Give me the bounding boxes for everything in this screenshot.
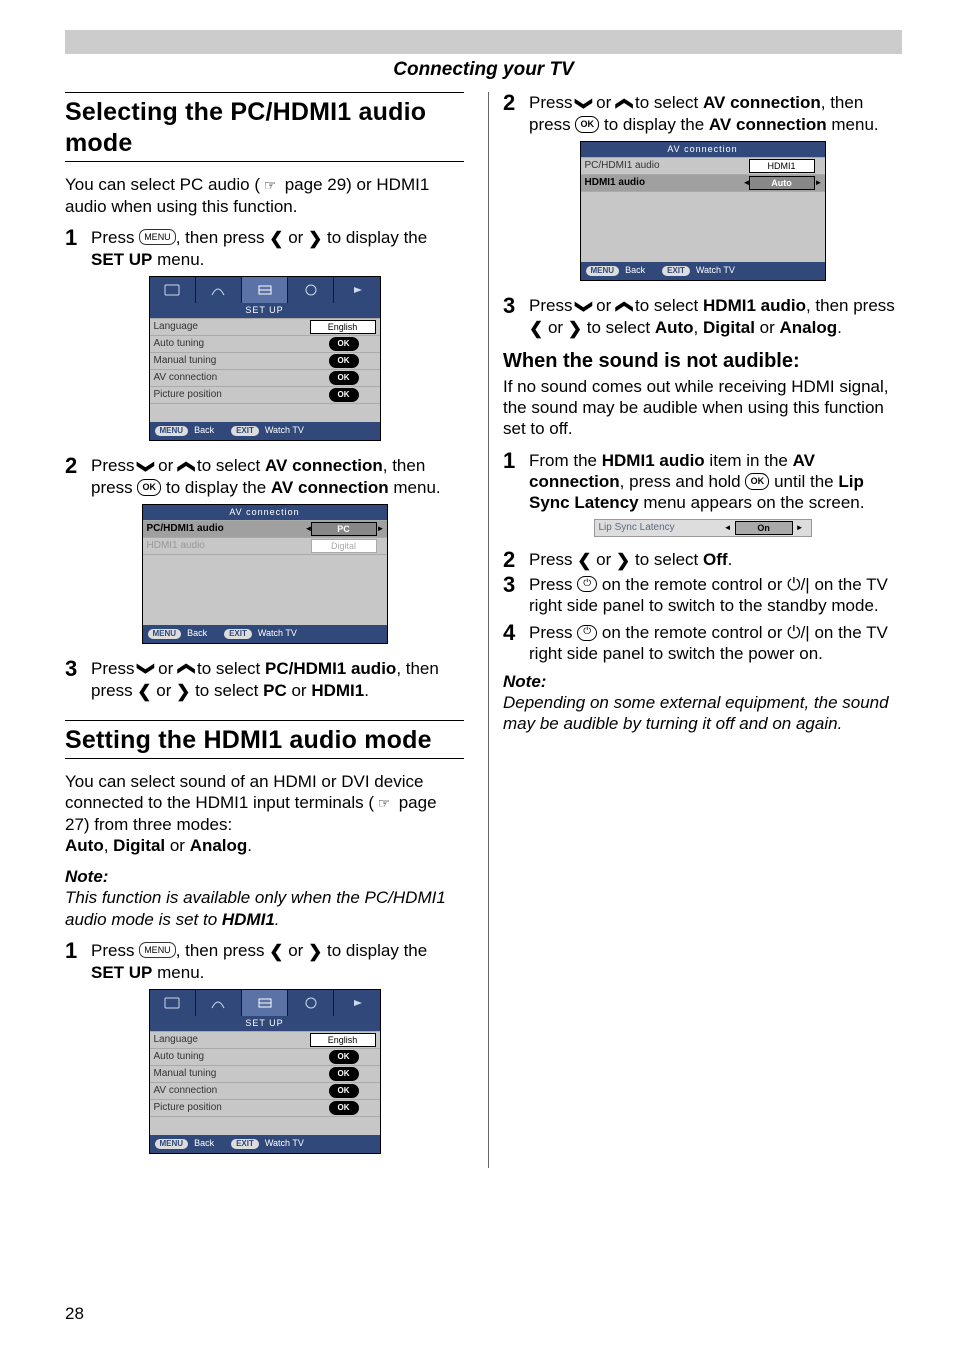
sec1-step1: Press MENU, then press ❮ or ❯ to display… (91, 227, 464, 270)
power-icon: ⏻ (577, 625, 597, 641)
down-arrow-icon: ❯ (574, 96, 595, 110)
sec1-step2: Press ❯ or ❯ to select AV connection, th… (91, 455, 464, 498)
up-arrow-icon: ❯ (613, 299, 634, 313)
down-arrow-icon: ❯ (136, 662, 157, 676)
right-arrow-icon: ❯ (308, 941, 322, 962)
sec2-note: Note: This function is available only wh… (65, 866, 464, 930)
menu-button-icon: MENU (139, 229, 176, 245)
av-connection-menu-figure: AV connection PC/HDMI1 audio◄PC► HDMI1 a… (142, 504, 388, 644)
page-header-bar (65, 30, 902, 54)
right-sub-step1: From the HDMI1 audio item in the AV conn… (529, 450, 902, 514)
ok-button-icon: OK (137, 479, 161, 496)
left-arrow-icon: ❮ (577, 550, 591, 571)
step-number: 2 (65, 455, 81, 498)
left-arrow-icon: ❮ (137, 681, 151, 702)
up-arrow-icon: ❯ (175, 459, 196, 473)
pointer-icon: ☞ (374, 795, 394, 813)
right-arrow-icon: ❯ (176, 681, 190, 702)
sec2-step1: Press MENU, then press ❮ or ❯ to display… (91, 940, 464, 983)
right-sub-step4: Press ⏻ on the remote control or ⏻/| on … (529, 622, 902, 665)
subsection-body: If no sound comes out while receiving HD… (503, 376, 902, 440)
step-number: 2 (503, 92, 519, 135)
up-arrow-icon: ❯ (175, 662, 196, 676)
step-number: 1 (65, 940, 81, 983)
menu-button-icon: MENU (139, 942, 176, 958)
lip-sync-field: Lip Sync Latency ◄ On ► (594, 519, 812, 537)
down-arrow-icon: ❯ (136, 459, 157, 473)
sec1-step3: Press ❯ or ❯ to select PC/HDMI1 audio, t… (91, 658, 464, 702)
page-number: 28 (65, 1303, 84, 1324)
down-arrow-icon: ❯ (574, 299, 595, 313)
page-header-title: Connecting your TV (65, 58, 902, 82)
step-number: 3 (65, 658, 81, 702)
ok-button-icon: OK (745, 473, 769, 490)
step-number: 3 (503, 295, 519, 339)
step-number: 1 (65, 227, 81, 270)
section-title-hdmi1-audio: Setting the HDMI1 audio mode (65, 725, 464, 756)
right-sub-step2: Press ❮ or ❯ to select Off. (529, 549, 902, 571)
right-sub-step3: Press ⏻ on the remote control or ⏻/| on … (529, 574, 902, 617)
pointer-icon: ☞ (260, 177, 280, 195)
right-step2: Press ❯ or ❯ to select AV connection, th… (529, 92, 902, 135)
sec1-intro: You can select PC audio (☞ page 29) or H… (65, 174, 464, 217)
right-arrow-icon: ❯ (308, 228, 322, 249)
up-arrow-icon: ❯ (613, 96, 634, 110)
power-side-icon: ⏻/| (787, 575, 810, 594)
sec2-intro: You can select sound of an HDMI or DVI d… (65, 771, 464, 856)
left-arrow-icon: ❮ (529, 318, 543, 339)
step-number: 4 (503, 622, 519, 665)
power-side-icon: ⏻/| (787, 623, 810, 642)
step-number: 3 (503, 574, 519, 617)
right-note: Note: Depending on some external equipme… (503, 671, 902, 735)
power-icon: ⏻ (577, 576, 597, 592)
ok-button-icon: OK (575, 116, 599, 133)
left-arrow-icon: ❮ (269, 228, 283, 249)
av-connection-menu-figure-2: AV connection PC/HDMI1 audioHDMI1 HDMI1 … (580, 141, 826, 281)
right-arrow-icon: ❯ (568, 318, 582, 339)
step-number: 1 (503, 450, 519, 514)
step-number: 2 (503, 549, 519, 571)
left-arrow-icon: ❮ (269, 941, 283, 962)
setup-menu-figure-2: SET UP LanguageEnglish Auto tuningOK Man… (149, 989, 381, 1154)
section-title-pc-hdmi1: Selecting the PC/HDMI1 audio mode (65, 97, 464, 160)
right-step3: Press ❯ or ❯ to select HDMI1 audio, then… (529, 295, 902, 339)
right-arrow-icon: ❯ (616, 550, 630, 571)
setup-menu-figure: SET UP LanguageEnglish Auto tuningOK Man… (149, 276, 381, 441)
subsection-sound-not-audible: When the sound is not audible: (503, 349, 902, 374)
